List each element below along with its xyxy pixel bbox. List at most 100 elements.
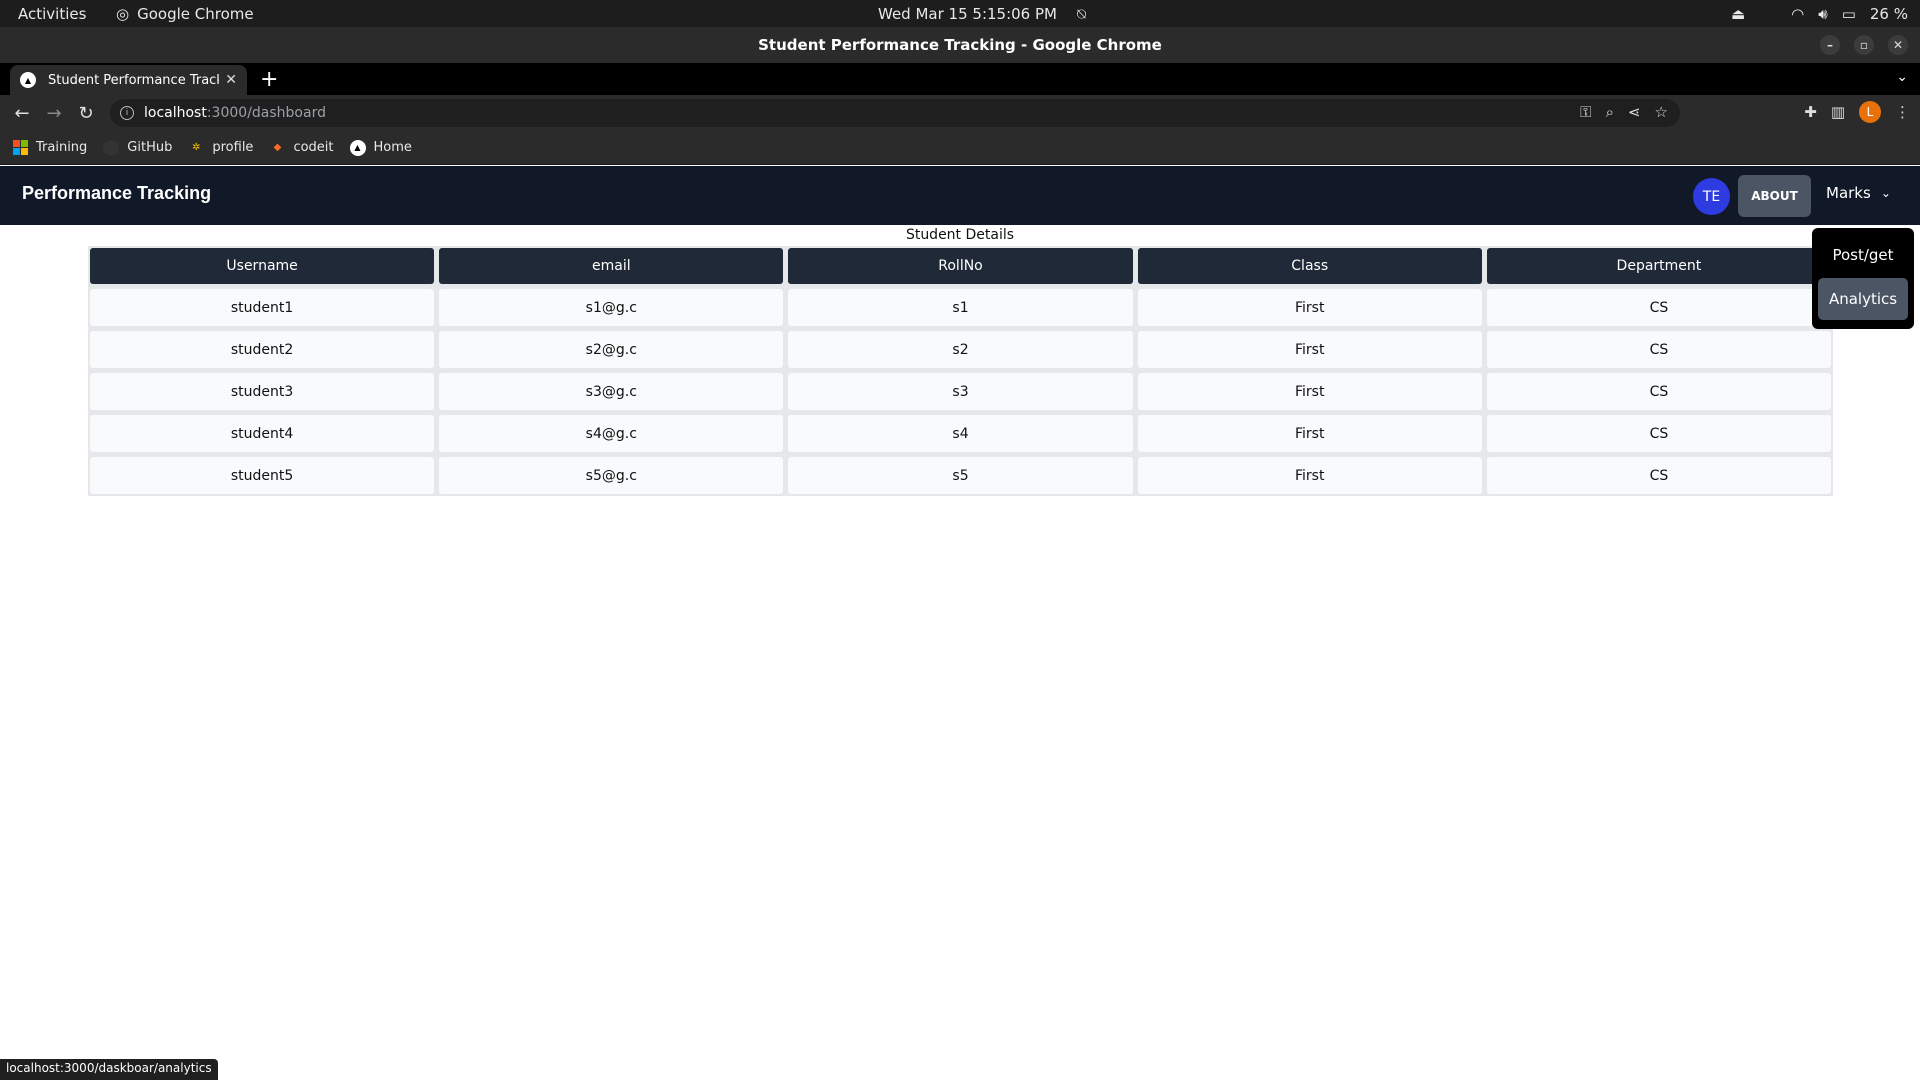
- tab-title: Student Performance Tracking: [48, 72, 219, 88]
- table-cell: First: [1137, 331, 1482, 368]
- bookmark-label: Home: [373, 140, 412, 155]
- tab-strip: ▲ Student Performance Tracking ✕ + ⌄: [0, 63, 1920, 95]
- browser-toolbar: ← → ↻ i localhost:3000/dashboard ⚿ ⌕ ⋖ ☆…: [0, 95, 1920, 131]
- profile-avatar[interactable]: L: [1859, 101, 1881, 123]
- window-title-bar: Student Performance Tracking - Google Ch…: [0, 27, 1920, 63]
- table-cell: s1@g.c: [439, 289, 784, 326]
- gitlab-icon: ◆: [273, 142, 282, 153]
- reload-icon[interactable]: ↻: [74, 101, 98, 125]
- url-path: :3000/dashboard: [206, 105, 326, 121]
- bookmark-codeit[interactable]: ◆ codeit: [269, 140, 334, 156]
- maximize-icon[interactable]: ▫: [1854, 35, 1874, 55]
- os-app-name: Google Chrome: [137, 5, 254, 23]
- table-cell: First: [1137, 457, 1482, 494]
- activities-button[interactable]: Activities: [18, 5, 86, 23]
- chevron-down-icon: ⌄: [1880, 186, 1891, 200]
- table-cell: CS: [1486, 289, 1832, 326]
- window-title: Student Performance Tracking - Google Ch…: [758, 36, 1162, 54]
- table-row: student1 s1@g.c s1 First CS: [90, 289, 1832, 326]
- table-cell: student2: [90, 331, 435, 368]
- table-cell: CS: [1486, 415, 1832, 452]
- table-cell: First: [1137, 415, 1482, 452]
- back-icon[interactable]: ←: [10, 101, 34, 125]
- bookmarks-bar: Training GitHub ✲ profile ◆ codeit ▲ Hom…: [0, 131, 1920, 165]
- table-cell: CS: [1486, 373, 1832, 410]
- marks-menu[interactable]: Marks ⌄: [1826, 184, 1891, 202]
- share-icon[interactable]: ⋖: [1628, 103, 1641, 121]
- os-datetime: Wed Mar 15 5:15:06 PM: [878, 5, 1057, 23]
- triangle-icon: ▲: [20, 72, 36, 88]
- site-info-icon[interactable]: i: [120, 106, 134, 120]
- dropdown-item-post-get[interactable]: Post/get: [1818, 234, 1908, 276]
- column-header: email: [439, 248, 784, 284]
- notifications-off-icon: ⍉: [1076, 5, 1086, 23]
- user-avatar[interactable]: TE: [1693, 178, 1730, 215]
- windows-icon: [12, 139, 28, 156]
- column-header: Department: [1486, 248, 1832, 284]
- close-icon[interactable]: ✕: [1888, 35, 1908, 55]
- app-brand[interactable]: Performance Tracking: [22, 183, 211, 204]
- address-bar[interactable]: i localhost:3000/dashboard ⚿ ⌕ ⋖ ☆: [110, 99, 1680, 127]
- eject-icon: ⏏: [1730, 5, 1746, 23]
- column-header: Username: [90, 248, 435, 284]
- marks-label: Marks: [1826, 184, 1871, 202]
- url-host: localhost: [144, 105, 207, 121]
- forward-icon[interactable]: →: [42, 101, 66, 125]
- os-system-tray[interactable]: ⏏ ◠ 🔊︎ ▭ 26 %: [1731, 5, 1908, 23]
- link-status-bubble: localhost:3000/daskboar/analytics: [0, 1059, 218, 1080]
- table-cell: s1: [788, 289, 1133, 326]
- tab-search-icon[interactable]: ⌄: [1896, 69, 1908, 85]
- tab-close-icon[interactable]: ✕: [225, 72, 237, 88]
- minimize-icon[interactable]: –: [1820, 35, 1840, 55]
- table-row: student2 s2@g.c s2 First CS: [90, 331, 1832, 368]
- triangle-icon: ▲: [349, 139, 366, 156]
- bookmark-profile[interactable]: ✲ profile: [188, 140, 253, 156]
- toolbar-actions: ✚ ▥ L ⋮: [1804, 101, 1910, 123]
- marks-dropdown: Post/get Analytics: [1812, 228, 1914, 329]
- zoom-icon[interactable]: ⌕: [1606, 103, 1614, 121]
- table-header-row: Username email RollNo Class Department: [90, 248, 1832, 284]
- table-cell: s4@g.c: [439, 415, 784, 452]
- github-icon: [103, 139, 120, 156]
- table-cell: s5@g.c: [439, 457, 784, 494]
- wifi-icon: ◠: [1791, 5, 1805, 23]
- table-cell: student3: [90, 373, 435, 410]
- dropdown-item-analytics[interactable]: Analytics: [1818, 278, 1908, 320]
- table-cell: s4: [788, 415, 1133, 452]
- table-cell: student4: [90, 415, 435, 452]
- student-table: Username email RollNo Class Department s…: [88, 246, 1833, 496]
- bookmark-label: profile: [212, 140, 254, 155]
- table-row: student4 s4@g.c s4 First CS: [90, 415, 1832, 452]
- table-cell: student5: [90, 457, 435, 494]
- browser-tab[interactable]: ▲ Student Performance Tracking ✕: [10, 65, 247, 95]
- extensions-icon[interactable]: ✚: [1804, 103, 1817, 121]
- chrome-menu-icon[interactable]: ⋮: [1895, 103, 1910, 121]
- table-cell: s2@g.c: [439, 331, 784, 368]
- table-cell: s2: [788, 331, 1133, 368]
- table-cell: First: [1137, 373, 1482, 410]
- os-app-menu[interactable]: ◎ Google Chrome: [116, 5, 254, 23]
- omnibox-actions: ⚿ ⌕ ⋖ ☆: [1580, 103, 1668, 121]
- bookmark-github[interactable]: GitHub: [103, 139, 173, 156]
- table-row: student3 s3@g.c s3 First CS: [90, 373, 1832, 410]
- battery-icon: ▭: [1841, 5, 1856, 23]
- side-panel-icon[interactable]: ▥: [1831, 103, 1845, 121]
- table-caption: Student Details: [905, 227, 1015, 243]
- table-cell: CS: [1486, 331, 1832, 368]
- battery-percent: 26 %: [1869, 5, 1908, 23]
- bookmark-label: Training: [36, 140, 88, 155]
- key-icon[interactable]: ⚿: [1580, 103, 1591, 121]
- table-cell: s3: [788, 373, 1133, 410]
- bookmark-home[interactable]: ▲ Home: [349, 139, 412, 156]
- pinwheel-icon: ✲: [192, 142, 201, 153]
- bookmark-star-icon[interactable]: ☆: [1655, 103, 1668, 121]
- bookmark-label: GitHub: [127, 140, 173, 155]
- chrome-icon: ◎: [116, 5, 130, 23]
- volume-icon: 🔊︎: [1818, 5, 1828, 23]
- bookmark-training[interactable]: Training: [12, 139, 88, 156]
- os-clock[interactable]: Wed Mar 15 5:15:06 PM ⍉: [878, 5, 1086, 23]
- column-header: Class: [1137, 248, 1482, 284]
- new-tab-icon[interactable]: +: [260, 67, 278, 92]
- table-cell: s3@g.c: [439, 373, 784, 410]
- about-button[interactable]: ABOUT: [1738, 175, 1811, 217]
